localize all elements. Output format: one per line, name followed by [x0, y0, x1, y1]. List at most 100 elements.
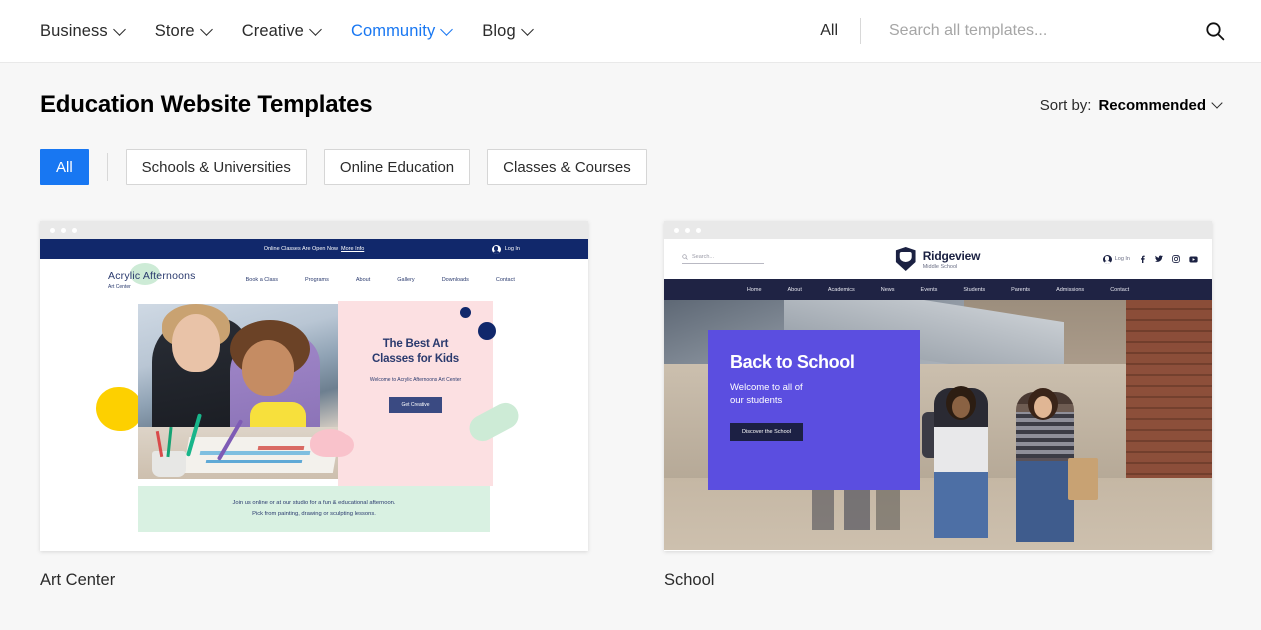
nav-label: Blog [482, 22, 515, 41]
preview-hero-subtitle-line1: Welcome to all of [730, 381, 920, 394]
preview-menu-item: Book a Class [246, 277, 278, 283]
preview-login: Log In [1103, 255, 1130, 264]
template-grid: Online Classes Are Open Now More Info Lo… [40, 221, 1221, 590]
filter-chip-online-education[interactable]: Online Education [324, 149, 470, 185]
window-dot-icon [61, 228, 66, 233]
shield-logo-icon [896, 247, 916, 271]
preview-menu-item: Downloads [442, 277, 469, 283]
page-title: Education Website Templates [40, 91, 372, 119]
preview-hero: The Best Art Classes for Kids Welcome to… [40, 301, 588, 486]
preview-menu-item: Contact [1110, 287, 1129, 293]
preview-menu-item: Contact [496, 277, 515, 283]
nav-item-blog[interactable]: Blog [482, 22, 531, 41]
sort-by-label: Sort by: [1040, 97, 1092, 114]
template-card-label: Art Center [40, 571, 588, 590]
template-card-art-center[interactable]: Online Classes Are Open Now More Info Lo… [40, 221, 588, 590]
announcement-link: More Info [341, 246, 364, 252]
facebook-icon [1139, 255, 1146, 263]
nav-label: Community [351, 22, 435, 41]
decorative-yellow-blob [96, 387, 142, 431]
youtube-icon [1189, 256, 1198, 263]
divider [860, 18, 861, 44]
preview-brand-sub: Middle School [923, 264, 981, 270]
preview-hero-button: Get Creative [389, 397, 441, 413]
preview-hero-heading: Back to School [730, 352, 920, 373]
preview-footer-band: Join us online or at our studio for a fu… [138, 486, 490, 532]
filter-chip-group: All Schools & Universities Online Educat… [40, 149, 1221, 185]
search-button[interactable] [1199, 15, 1231, 47]
preview-login: Log In [492, 245, 520, 254]
preview-search: Search... [682, 254, 764, 264]
preview-hero-panel: The Best Art Classes for Kids Welcome to… [338, 301, 493, 486]
account-icon [492, 245, 501, 254]
filter-chip-all[interactable]: All [40, 149, 89, 185]
main-navigation: Business Store Creative Community Blog [0, 22, 532, 41]
instagram-icon [1172, 255, 1180, 263]
preview-menu-item: Parents [1011, 287, 1030, 293]
preview-footer-line1: Join us online or at our studio for a fu… [232, 498, 395, 509]
sort-by-control[interactable]: Sort by: Recommended [1040, 97, 1221, 114]
template-card-label: School [664, 571, 1212, 590]
site-header: Business Store Creative Community Blog A… [0, 0, 1261, 63]
window-dot-icon [50, 228, 55, 233]
preview-hero-heading-line2: Classes for Kids [338, 352, 493, 367]
preview-footer-line2: Pick from painting, drawing or sculpting… [252, 509, 376, 520]
preview-menu-item: Admissions [1056, 287, 1084, 293]
nav-label: Business [40, 22, 108, 41]
chevron-down-icon [309, 23, 322, 36]
preview-menu-item: Gallery [397, 277, 414, 283]
preview-site-header: Search... Ridgeview Middle School Log In [664, 239, 1212, 279]
preview-brand-name: Acrylic Afternoons [108, 270, 196, 282]
sort-by-value: Recommended [1098, 97, 1206, 114]
preview-hero-button: Discover the School [730, 423, 803, 441]
preview-menu-item: About [788, 287, 802, 293]
nav-label: Creative [242, 22, 304, 41]
login-label: Log In [1115, 256, 1130, 262]
window-dot-icon [685, 228, 690, 233]
preview-brand-sub: Art Center [108, 284, 196, 290]
preview-hero-panel: Back to School Welcome to all of our stu… [708, 330, 920, 490]
search-scope-selector[interactable]: All [820, 22, 860, 40]
nav-label: Store [155, 22, 195, 41]
preview-menu-item: About [356, 277, 370, 283]
preview-menu: Book a Class Programs About Gallery Down… [246, 277, 515, 283]
preview-hero-subtitle-line2: our students [730, 394, 920, 407]
preview-hero-subtitle: Welcome to Acrylic Afternoons Art Center [338, 377, 493, 383]
preview-hero-heading-line1: The Best Art [338, 337, 493, 352]
account-icon [1103, 255, 1112, 264]
template-thumbnail[interactable]: Online Classes Are Open Now More Info Lo… [40, 221, 588, 551]
chevron-down-icon [1211, 97, 1222, 108]
chevron-down-icon [113, 23, 126, 36]
filter-chip-schools-universities[interactable]: Schools & Universities [126, 149, 307, 185]
preview-menu-item: Academics [828, 287, 855, 293]
preview-menu-item: Students [963, 287, 985, 293]
window-dot-icon [674, 228, 679, 233]
preview-site-nav: Acrylic Afternoons Art Center Book a Cla… [40, 259, 588, 301]
filter-chip-classes-courses[interactable]: Classes & Courses [487, 149, 647, 185]
browser-chrome-bar [40, 221, 588, 239]
decorative-circle [478, 322, 496, 340]
chevron-down-icon [200, 23, 213, 36]
decorative-circle [460, 307, 471, 318]
window-dot-icon [696, 228, 701, 233]
preview-bottom-space [40, 532, 588, 551]
preview-hero: Back to School Welcome to all of our stu… [664, 300, 1212, 550]
preview-brand: Ridgeview Middle School [896, 247, 981, 271]
nav-item-community[interactable]: Community [351, 22, 451, 41]
chevron-down-icon [521, 23, 534, 36]
browser-chrome-bar [664, 221, 1212, 239]
template-thumbnail[interactable]: Search... Ridgeview Middle School Log In [664, 221, 1212, 551]
nav-item-business[interactable]: Business [40, 22, 124, 41]
search-icon [682, 254, 688, 260]
preview-announcement-bar: Online Classes Are Open Now More Info Lo… [40, 239, 588, 259]
decorative-pink-butterfly [310, 429, 350, 457]
preview-menu-item: News [881, 287, 895, 293]
nav-item-creative[interactable]: Creative [242, 22, 320, 41]
nav-item-store[interactable]: Store [155, 22, 211, 41]
preview-menu-item: Events [921, 287, 938, 293]
template-card-school[interactable]: Search... Ridgeview Middle School Log In [664, 221, 1212, 590]
chevron-down-icon [440, 23, 453, 36]
preview-site-nav: Home About Academics News Events Student… [664, 279, 1212, 300]
preview-menu-item: Home [747, 287, 762, 293]
search-input[interactable] [889, 18, 1189, 44]
